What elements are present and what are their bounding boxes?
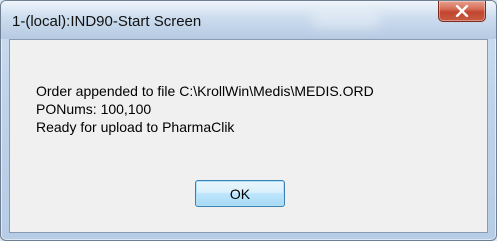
message-line: PONums: 100,100 (36, 101, 152, 117)
title-bar[interactable]: 1-(local):IND90-Start Screen (1, 1, 496, 39)
ok-button[interactable]: OK (195, 180, 285, 207)
title-bar-glow (311, 10, 381, 28)
message-line: Order appended to file C:\KrollWin\Medis… (36, 83, 374, 99)
message-line: Ready for upload to PharmaClik (36, 119, 235, 135)
window-title: 1-(local):IND90-Start Screen (12, 13, 202, 30)
dialog-content: Order appended to file C:\KrollWin\Medis… (9, 39, 488, 233)
message-text: Order appended to file C:\KrollWin\Medis… (36, 82, 374, 136)
close-icon (455, 5, 469, 17)
close-button[interactable] (438, 1, 486, 22)
message-dialog-window: 1-(local):IND90-Start Screen Order appen… (0, 0, 497, 241)
